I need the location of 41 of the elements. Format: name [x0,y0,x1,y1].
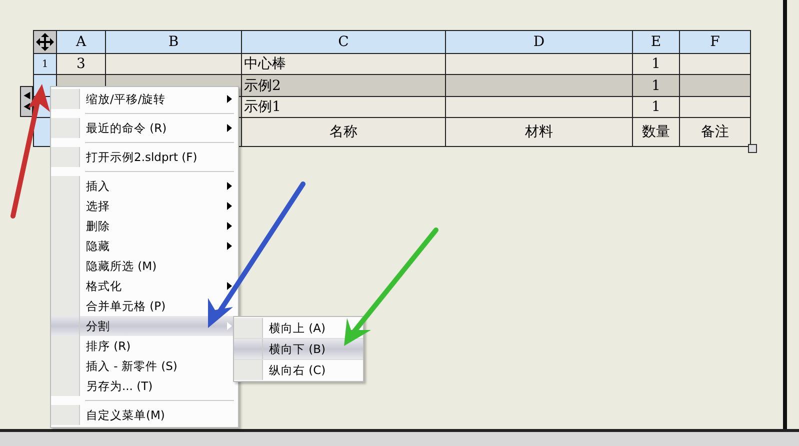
submenu-arrow-icon [227,182,232,190]
submenu-arrow-icon [227,95,232,103]
menu-item[interactable]: 删除 [51,216,238,236]
submenu-arrow-icon [227,242,232,250]
table-cell: 数量 [642,124,670,140]
move-icon [35,32,55,52]
menu-item[interactable]: 隐藏 [51,236,238,256]
menu-item[interactable]: 最近的命令 (R) [51,118,238,138]
menu-item[interactable]: 自定义菜单(M) [51,405,238,425]
table-cell: 3 [76,56,86,72]
column-header[interactable]: A [56,30,106,54]
table-cell: 材料 [525,124,553,140]
table-cell: 示例2 [244,78,281,94]
submenu-arrow-icon [227,202,232,210]
submenu-arrow-icon [227,282,232,290]
menu-item[interactable]: 横向下 (B) [234,339,363,360]
table-cell: 中心棒 [244,56,286,72]
table-cell: 备注 [701,124,729,140]
resize-handle[interactable] [748,144,757,153]
move-table-handle[interactable] [34,30,56,54]
menu-item[interactable]: 隐藏所选 (M) [51,256,238,276]
column-header[interactable]: D [446,30,632,54]
column-header[interactable]: B [106,30,242,54]
table-cell: 1 [652,56,660,72]
row-header[interactable]: 1 [42,58,48,70]
menu-item[interactable]: 打开示例2.sldprt (F) [51,147,238,167]
table-cell: 1 [652,99,660,115]
column-header[interactable]: F [680,30,750,54]
menu-item[interactable]: 插入 [51,176,238,196]
menu-item[interactable]: 合并单元格 (P) [51,296,238,316]
table-cell: 示例1 [244,99,281,115]
menu-item[interactable]: 选择 [51,196,238,216]
submenu-arrow-icon [227,222,232,230]
table-cell: 名称 [330,124,358,140]
column-header[interactable]: E [632,30,680,54]
menu-item[interactable]: 格式化 [51,276,238,296]
submenu-arrow-icon [227,124,232,132]
menu-item[interactable]: 缩放/平移/旋转 [51,89,238,109]
table-cell: 1 [652,78,660,94]
row-resize-handle[interactable] [20,86,33,117]
column-header[interactable]: C [242,30,446,54]
